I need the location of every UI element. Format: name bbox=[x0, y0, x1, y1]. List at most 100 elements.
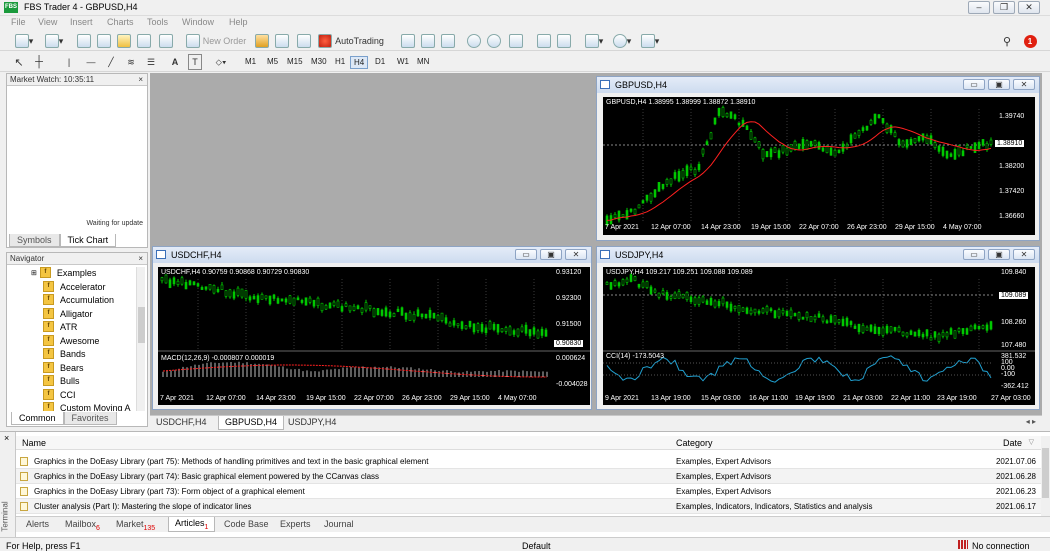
chart-window-titlebar[interactable]: USDJPY,H4 ▭ ▣ ✕ bbox=[597, 247, 1039, 263]
nav-item-accumulation[interactable]: f Accumulation bbox=[43, 293, 114, 306]
minimize-chart-button[interactable]: ▭ bbox=[515, 249, 537, 260]
tab-articles[interactable]: Articles1 bbox=[168, 517, 216, 532]
tab-common[interactable]: Common bbox=[11, 412, 64, 425]
minimize-button[interactable]: ‒ bbox=[968, 1, 990, 14]
autotrading-button[interactable]: AutoTrading bbox=[316, 33, 386, 49]
timeframe-d1[interactable]: D1 bbox=[372, 56, 388, 69]
close-icon[interactable]: × bbox=[138, 74, 143, 86]
menu-window[interactable]: Window bbox=[182, 17, 214, 27]
periods-button[interactable]: ▾ bbox=[610, 33, 634, 49]
menu-file[interactable]: File bbox=[11, 17, 26, 27]
text-tool-icon[interactable]: A bbox=[168, 54, 182, 70]
candlestick-chart-icon[interactable] bbox=[420, 33, 436, 49]
nav-item-bears[interactable]: f Bears bbox=[43, 361, 84, 374]
nav-item-cci[interactable]: f CCI bbox=[43, 388, 76, 401]
chart-window-titlebar[interactable]: USDCHF,H4 ▭ ▣ ✕ bbox=[153, 247, 591, 263]
tab-code-base[interactable]: Code Base bbox=[224, 519, 269, 529]
column-header-category[interactable]: Category bbox=[676, 438, 713, 448]
chart-canvas[interactable]: USDCHF,H4 0.90759 0.90868 0.90729 0.9083… bbox=[158, 267, 590, 405]
crosshair-icon[interactable]: ┼ bbox=[32, 54, 46, 70]
maximize-chart-button[interactable]: ▣ bbox=[988, 79, 1010, 90]
notifications-icon[interactable]: 1 bbox=[1020, 33, 1040, 49]
close-window-button[interactable]: ✕ bbox=[1018, 1, 1040, 14]
column-header-name[interactable]: Name bbox=[22, 438, 46, 448]
nav-item-accelerator[interactable]: f Accelerator bbox=[43, 280, 106, 293]
close-chart-button[interactable]: ✕ bbox=[565, 249, 587, 260]
navigator-scrollbar[interactable] bbox=[136, 267, 145, 411]
timeframe-w1[interactable]: W1 bbox=[394, 56, 412, 69]
close-chart-button[interactable]: ✕ bbox=[1013, 249, 1035, 260]
new-chart-button[interactable]: ▾ bbox=[12, 33, 36, 49]
cursor-icon[interactable]: ↖ bbox=[12, 54, 26, 70]
equidistant-channel-icon[interactable]: ≋ bbox=[124, 54, 138, 70]
menu-tools[interactable]: Tools bbox=[147, 17, 168, 27]
tab-tick-chart[interactable]: Tick Chart bbox=[59, 234, 117, 247]
chart-window-titlebar[interactable]: GBPUSD,H4 ▭ ▣ ✕ bbox=[597, 77, 1039, 93]
fibonacci-icon[interactable]: ☰ bbox=[144, 54, 158, 70]
minimize-chart-button[interactable]: ▭ bbox=[963, 249, 985, 260]
restore-button[interactable]: ❐ bbox=[993, 1, 1015, 14]
expand-icon[interactable]: ⊞ bbox=[31, 269, 37, 277]
close-icon[interactable]: × bbox=[138, 253, 143, 265]
tab-mailbox[interactable]: Mailbox6 bbox=[65, 519, 100, 532]
zoom-in-icon[interactable] bbox=[466, 33, 482, 49]
metaeditor-icon[interactable] bbox=[254, 33, 270, 49]
timeframe-h1[interactable]: H1 bbox=[332, 56, 348, 69]
arrows-menu-icon[interactable]: ⬦▾ bbox=[210, 54, 232, 70]
vps-icon[interactable] bbox=[296, 33, 312, 49]
data-window-icon[interactable] bbox=[96, 33, 112, 49]
text-label-icon[interactable]: T bbox=[188, 54, 202, 70]
line-chart-icon[interactable] bbox=[440, 33, 456, 49]
chart-canvas[interactable]: GBPUSD,H4 1.38995 1.38999 1.38872 1.3891… bbox=[603, 97, 1035, 235]
menu-help[interactable]: Help bbox=[229, 17, 248, 27]
table-row[interactable]: Graphics in the DoEasy Library (part 73)… bbox=[16, 484, 1042, 499]
tab-scroll-arrows-icon[interactable]: ◂ ▸ bbox=[1026, 417, 1036, 426]
menu-view[interactable]: View bbox=[38, 17, 57, 27]
templates-button[interactable]: ▾ bbox=[638, 33, 662, 49]
tab-market[interactable]: Market135 bbox=[116, 519, 155, 532]
new-order-button[interactable]: New Order bbox=[184, 33, 248, 49]
timeframe-mn[interactable]: MN bbox=[414, 56, 432, 69]
table-row[interactable]: Graphics in the DoEasy Library (part 74)… bbox=[16, 469, 1042, 484]
nav-item-alligator[interactable]: f Alligator bbox=[43, 307, 93, 320]
menu-insert[interactable]: Insert bbox=[70, 17, 93, 27]
tab-experts[interactable]: Experts bbox=[280, 519, 311, 529]
nav-item-custom-moving-average[interactable]: f Custom Moving A bbox=[43, 401, 131, 411]
timeframe-h4[interactable]: H4 bbox=[350, 56, 369, 69]
column-header-date[interactable]: Date bbox=[1003, 438, 1022, 448]
market-watch-toggle-icon[interactable] bbox=[76, 33, 92, 49]
timeframe-m5[interactable]: M5 bbox=[264, 56, 281, 69]
table-row[interactable]: Cluster analysis (Part I): Mastering the… bbox=[16, 499, 1042, 514]
chart-tab-usdchf[interactable]: USDCHF,H4 bbox=[156, 417, 207, 427]
zoom-out-icon[interactable] bbox=[486, 33, 502, 49]
nav-item-examples[interactable]: ⊞ f Examples bbox=[31, 266, 96, 279]
tab-favorites[interactable]: Favorites bbox=[63, 412, 117, 425]
signals-icon[interactable] bbox=[274, 33, 290, 49]
chart-canvas[interactable]: USDJPY,H4 109.217 109.251 109.088 109.08… bbox=[603, 267, 1035, 405]
maximize-chart-button[interactable]: ▣ bbox=[540, 249, 562, 260]
vertical-line-icon[interactable]: | bbox=[62, 54, 76, 70]
tab-symbols[interactable]: Symbols bbox=[9, 234, 60, 247]
tab-journal[interactable]: Journal bbox=[324, 519, 354, 529]
horizontal-line-icon[interactable]: — bbox=[84, 54, 98, 70]
terminal-scrollbar[interactable] bbox=[1041, 436, 1050, 516]
tile-windows-icon[interactable] bbox=[508, 33, 524, 49]
maximize-chart-button[interactable]: ▣ bbox=[988, 249, 1010, 260]
trendline-icon[interactable]: ╱ bbox=[104, 54, 118, 70]
profiles-button[interactable]: ▾ bbox=[42, 33, 66, 49]
strategy-tester-icon[interactable] bbox=[158, 33, 174, 49]
tab-alerts[interactable]: Alerts bbox=[26, 519, 49, 529]
close-chart-button[interactable]: ✕ bbox=[1013, 79, 1035, 90]
chart-tab-gbpusd[interactable]: GBPUSD,H4 bbox=[218, 416, 285, 430]
chart-shift-icon[interactable] bbox=[556, 33, 572, 49]
navigator-icon[interactable] bbox=[116, 33, 132, 49]
scrollbar-thumb[interactable] bbox=[138, 307, 145, 343]
bar-chart-icon[interactable] bbox=[400, 33, 416, 49]
close-icon[interactable]: × bbox=[4, 433, 9, 443]
timeframe-m15[interactable]: M15 bbox=[284, 56, 306, 69]
menu-charts[interactable]: Charts bbox=[107, 17, 134, 27]
terminal-icon[interactable] bbox=[136, 33, 152, 49]
chart-tab-usdjpy[interactable]: USDJPY,H4 bbox=[288, 417, 336, 427]
auto-scroll-icon[interactable] bbox=[536, 33, 552, 49]
nav-item-bulls[interactable]: f Bulls bbox=[43, 374, 80, 387]
